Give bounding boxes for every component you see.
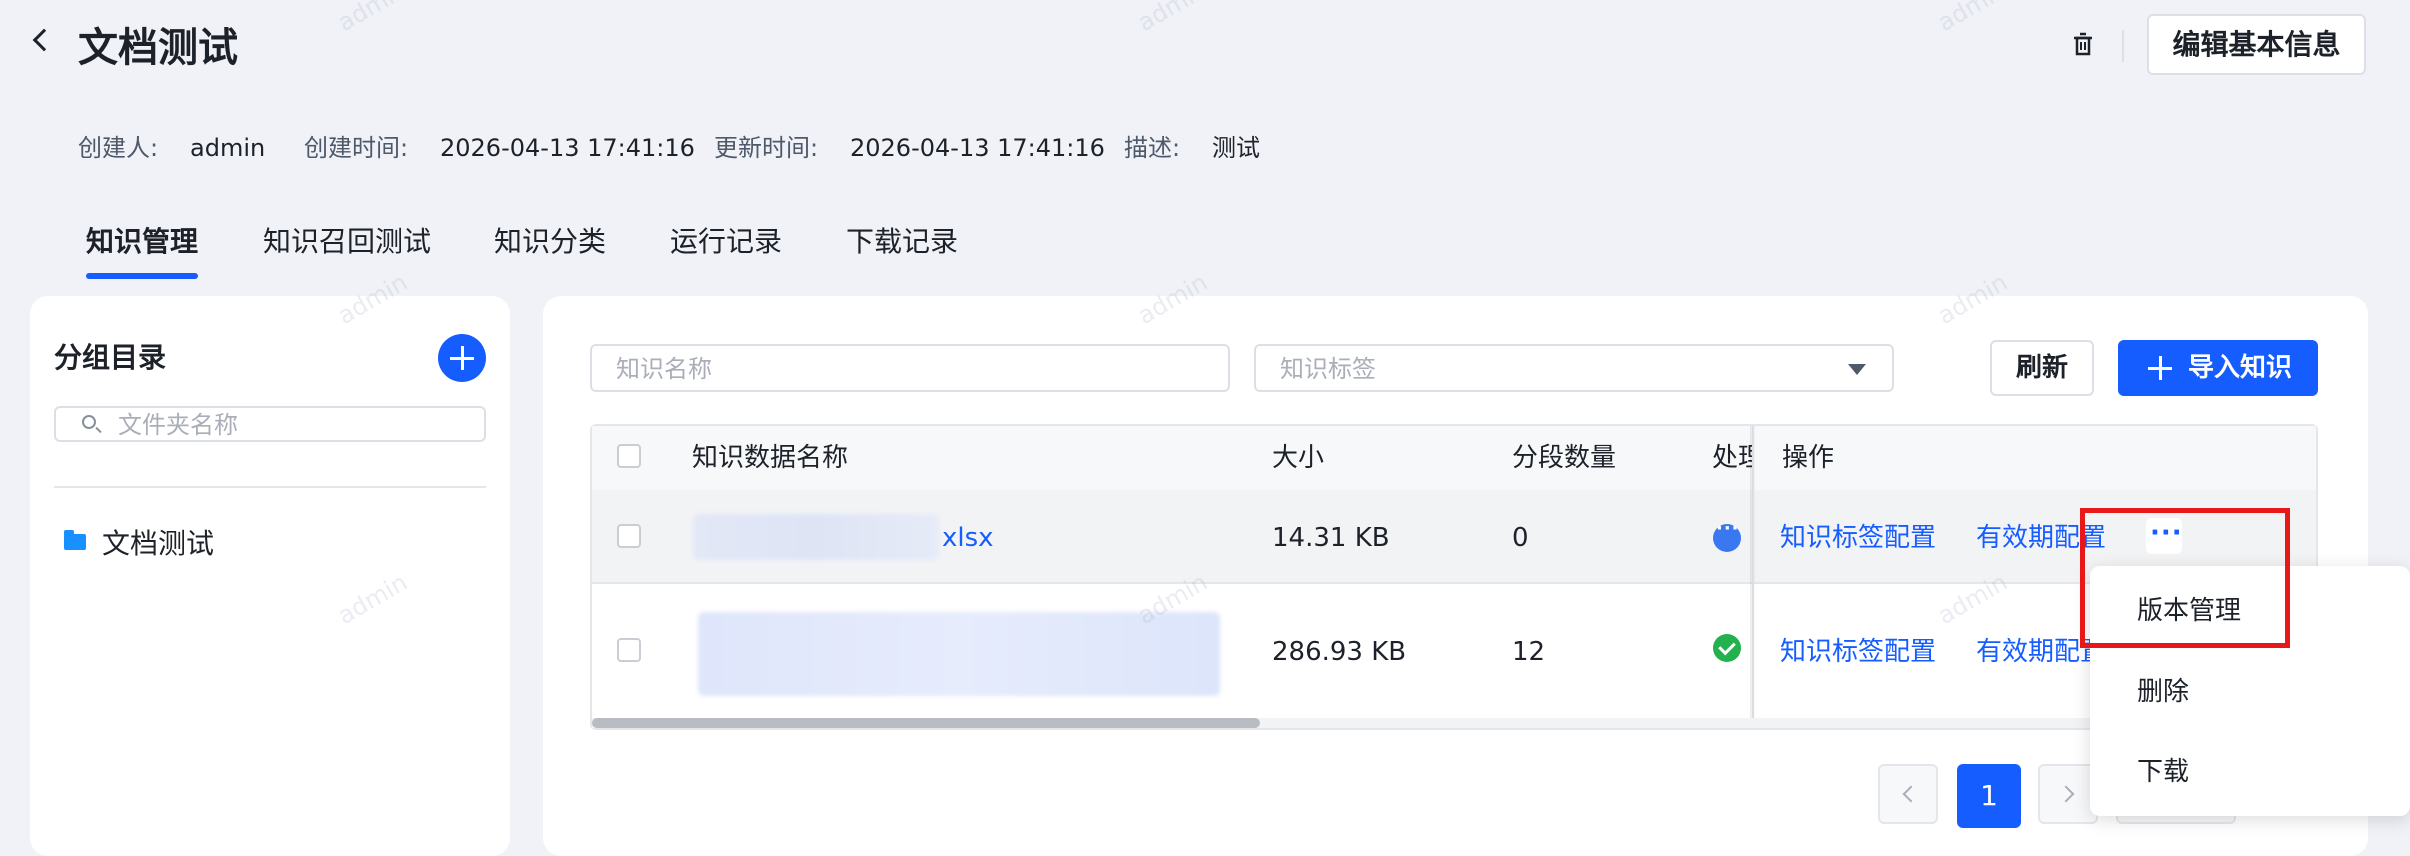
- folder-item[interactable]: 文档测试: [102, 525, 214, 563]
- search-icon: [82, 415, 96, 429]
- folder-panel-title: 分组目录: [54, 341, 167, 374]
- watermark: admin: [1933, 0, 2013, 37]
- size-cell: 286.93 KB: [1272, 637, 1407, 667]
- knowledge-name-input[interactable]: [614, 346, 1208, 392]
- column-header-actions: 操作: [1782, 443, 1835, 473]
- updated-value: 2026-04-13 17:41:16: [850, 134, 1105, 162]
- size-cell: 14.31 KB: [1272, 523, 1390, 553]
- created-value: 2026-04-13 17:41:16: [440, 134, 695, 162]
- tab-recall-test[interactable]: 知识召回测试: [263, 222, 431, 262]
- creator-label: 创建人:: [78, 134, 159, 162]
- created-label: 创建时间:: [304, 134, 409, 162]
- chevron-down-icon: [1848, 364, 1866, 375]
- select-all-checkbox[interactable]: [617, 444, 641, 468]
- segments-cell: 12: [1512, 637, 1546, 667]
- processing-status-icon: [1713, 518, 1741, 552]
- header-divider: [2122, 30, 2124, 62]
- edit-info-button[interactable]: 编辑基本信息: [2147, 14, 2366, 75]
- row-checkbox[interactable]: [617, 524, 641, 548]
- plus-icon: [2148, 356, 2172, 380]
- scrollbar-thumb[interactable]: [592, 718, 1260, 728]
- page-number-current[interactable]: 1: [1957, 764, 2021, 828]
- row-checkbox[interactable]: [617, 638, 641, 662]
- column-header-status: 处理: [1712, 443, 1752, 473]
- row-divider: [592, 582, 2316, 584]
- table-header: [592, 426, 2316, 490]
- import-knowledge-label: 导入知识: [2188, 353, 2293, 383]
- trash-icon[interactable]: [2068, 30, 2098, 60]
- tab-run-log[interactable]: 运行记录: [670, 222, 782, 262]
- highlight-box: [2080, 508, 2290, 648]
- import-knowledge-button[interactable]: 导入知识: [2118, 340, 2318, 396]
- refresh-button[interactable]: 刷新: [1990, 340, 2094, 396]
- watermark: admin: [1133, 0, 1213, 37]
- knowledge-name-field[interactable]: [590, 344, 1230, 392]
- desc-value: 测试: [1212, 134, 1260, 162]
- page-title: 文档测试: [78, 25, 238, 71]
- redacted-file-name: [698, 612, 1220, 696]
- column-header-name: 知识数据名称: [692, 443, 849, 473]
- done-status-icon: [1713, 634, 1741, 662]
- updated-label: 更新时间:: [714, 134, 819, 162]
- menu-item-download[interactable]: 下载: [2137, 754, 2189, 790]
- add-folder-button[interactable]: [438, 334, 486, 382]
- segments-cell: 0: [1512, 523, 1529, 553]
- tab-download-log[interactable]: 下载记录: [846, 222, 958, 262]
- creator-value: admin: [190, 134, 266, 162]
- folder-panel-divider: [54, 486, 486, 488]
- folder-search-field[interactable]: [54, 406, 486, 442]
- fixed-column-shadow: [1750, 426, 1756, 718]
- column-header-size: 大小: [1272, 443, 1325, 473]
- watermark: admin: [333, 0, 413, 37]
- expiry-config-link[interactable]: 有效期配置: [1976, 634, 2091, 670]
- folder-icon: [64, 530, 86, 550]
- prev-page-button[interactable]: [1878, 764, 1938, 824]
- tag-config-link[interactable]: 知识标签配置: [1780, 634, 1936, 670]
- next-page-button[interactable]: [2038, 764, 2098, 824]
- tab-knowledge-category[interactable]: 知识分类: [494, 222, 606, 262]
- folder-panel: [30, 296, 510, 856]
- knowledge-name-link[interactable]: xlsx: [942, 520, 994, 556]
- desc-label: 描述:: [1124, 134, 1181, 162]
- active-tab-indicator: [86, 273, 198, 279]
- tag-config-link[interactable]: 知识标签配置: [1780, 520, 1936, 556]
- column-header-segments: 分段数量: [1512, 443, 1617, 473]
- knowledge-tag-select[interactable]: [1254, 344, 1894, 392]
- tab-knowledge-management[interactable]: 知识管理: [86, 222, 198, 262]
- redacted-file-name: [693, 514, 939, 560]
- menu-item-delete[interactable]: 删除: [2137, 674, 2189, 710]
- folder-search-input[interactable]: [116, 408, 480, 442]
- knowledge-tag-input[interactable]: [1278, 346, 1842, 392]
- back-icon[interactable]: [32, 28, 56, 52]
